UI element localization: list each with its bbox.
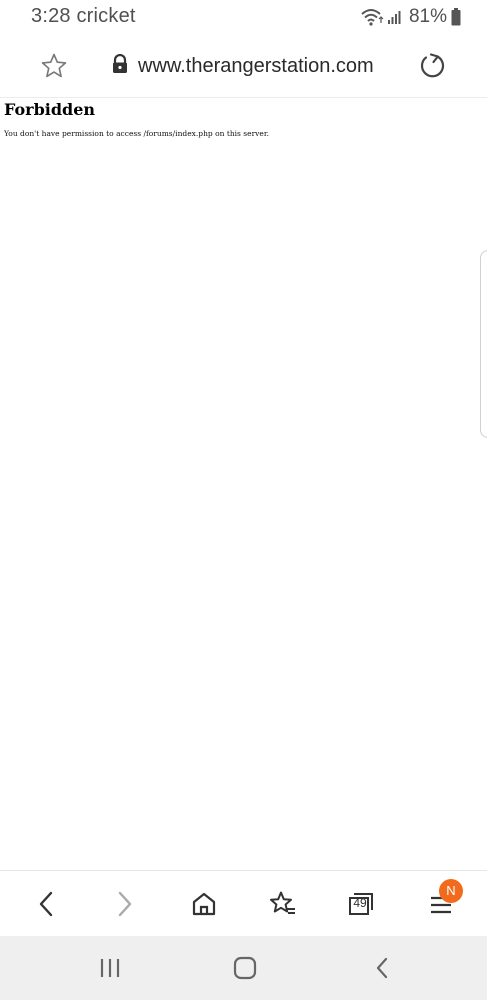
- back-icon[interactable]: [31, 889, 61, 919]
- status-time-carrier: 3:28 cricket: [31, 5, 136, 27]
- home-nav-icon[interactable]: [230, 954, 260, 982]
- wifi-icon: [360, 7, 384, 27]
- url-field[interactable]: www.therangerstation.com: [111, 52, 374, 80]
- lock-icon: [111, 53, 129, 78]
- notification-badge[interactable]: N: [439, 879, 463, 903]
- signal-icon: [387, 9, 403, 25]
- forward-icon[interactable]: [110, 889, 140, 919]
- page-title: Forbidden: [4, 100, 96, 119]
- home-icon[interactable]: [189, 889, 219, 919]
- system-nav-bar: [0, 936, 487, 1000]
- page-message: You don't have permission to access /for…: [4, 129, 269, 138]
- url-bar: www.therangerstation.com: [0, 34, 487, 98]
- recent-apps-icon[interactable]: [95, 954, 125, 982]
- url-text: www.therangerstation.com: [138, 54, 374, 77]
- browser-toolbar: [0, 870, 487, 937]
- battery-percent: 81%: [408, 6, 447, 27]
- reload-icon[interactable]: [418, 51, 448, 81]
- bookmarks-icon[interactable]: [268, 889, 298, 919]
- battery-icon: [451, 8, 461, 26]
- scroll-handle[interactable]: [480, 250, 487, 438]
- status-bar: 3:28 cricket 81%: [0, 0, 487, 34]
- back-nav-icon[interactable]: [367, 954, 397, 982]
- star-icon[interactable]: [40, 52, 68, 80]
- web-content: Forbidden You don't have permission to a…: [0, 98, 487, 870]
- tabs-count: 49: [353, 896, 367, 910]
- status-icons: 81%: [360, 5, 461, 29]
